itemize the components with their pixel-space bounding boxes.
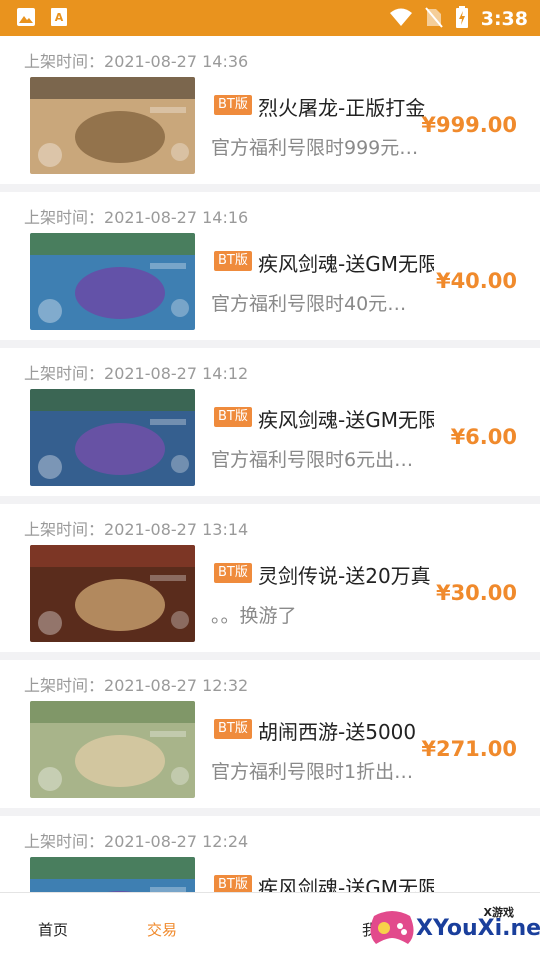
bt-badge: BT版 [214, 563, 252, 583]
listing-title[interactable]: 灵剑传说-送20万真 [258, 560, 434, 589]
listing-time: 上架时间：2021-08-27 12:32 [24, 676, 249, 695]
bt-badge: BT版 [214, 251, 252, 271]
listing-price: ¥30.00 [435, 581, 517, 605]
game-thumbnail[interactable] [30, 701, 195, 798]
svg-text:A: A [55, 11, 64, 24]
listing-description: 官方福利号限时999元出售中 [211, 137, 421, 159]
watermark-logo: X游戏 XYouXi.net [366, 896, 540, 956]
listing-price: ¥6.00 [450, 425, 517, 449]
listing-card[interactable]: 上架时间：2021-08-27 12:32 BT版 胡闹西游-送5000 官方福… [0, 660, 540, 808]
listing-card[interactable]: 上架时间：2021-08-27 12:24 BT版 疾风剑魂-送GM无限 [0, 816, 540, 892]
image-icon [16, 7, 36, 31]
listing-time: 上架时间：2021-08-27 14:12 [24, 364, 249, 383]
listing-title[interactable]: 烈火屠龙-正版打金 [258, 92, 434, 121]
listing-card[interactable]: 上架时间：2021-08-27 14:16 BT版 疾风剑魂-送GM无限 官方福… [0, 192, 540, 340]
game-thumbnail[interactable] [30, 389, 195, 486]
listing-time: 上架时间：2021-08-27 14:36 [24, 52, 249, 71]
listing-time: 上架时间：2021-08-27 14:16 [24, 208, 249, 227]
listing-card[interactable]: 上架时间：2021-08-27 14:36 BT版 烈火屠龙-正版打金 官方福利… [0, 36, 540, 184]
listing-description: 官方福利号限时6元出售中 [211, 449, 421, 471]
listing-price: ¥271.00 [421, 737, 517, 761]
listing-time: 上架时间：2021-08-27 12:24 [24, 832, 249, 851]
listing-time: 上架时间：2021-08-27 13:14 [24, 520, 249, 539]
listing-title[interactable]: 疾风剑魂-送GM无限 [258, 872, 434, 892]
status-bar: A 3:38 [0, 0, 540, 36]
listing-card[interactable]: 上架时间：2021-08-27 13:14 BT版 灵剑传说-送20万真 。。换… [0, 504, 540, 652]
listing-description: 。。换游了 [211, 605, 297, 627]
wifi-icon [389, 7, 413, 31]
game-thumbnail[interactable] [30, 77, 195, 174]
app-icon: A [50, 7, 68, 31]
bt-badge: BT版 [214, 875, 252, 892]
listing-title[interactable]: 疾风剑魂-送GM无限 [258, 404, 434, 433]
listing-title[interactable]: 胡闹西游-送5000 [258, 716, 434, 745]
listing-description: 官方福利号限时40元出售中 [211, 293, 421, 315]
tab-trade[interactable]: 交易 [147, 919, 177, 940]
listing-card[interactable]: 上架时间：2021-08-27 14:12 BT版 疾风剑魂-送GM无限 官方福… [0, 348, 540, 496]
listing-price: ¥40.00 [435, 269, 517, 293]
watermark-text: XYouXi.net [416, 916, 540, 941]
listing-price: ¥999.00 [421, 113, 517, 137]
clock: 3:38 [480, 8, 528, 30]
tab-home[interactable]: 首页 [38, 919, 68, 940]
game-thumbnail[interactable] [30, 857, 195, 892]
gamepad-logo-icon [370, 911, 414, 944]
game-thumbnail[interactable] [30, 233, 195, 330]
bt-badge: BT版 [214, 719, 252, 739]
bt-badge: BT版 [214, 95, 252, 115]
bt-badge: BT版 [214, 407, 252, 427]
game-thumbnail[interactable] [30, 545, 195, 642]
no-sim-icon [424, 6, 443, 32]
listing-title[interactable]: 疾风剑魂-送GM无限 [258, 248, 434, 277]
listing-description: 官方福利号限时1折出售中 [211, 761, 421, 783]
listing-list[interactable]: 上架时间：2021-08-27 14:36 BT版 烈火屠龙-正版打金 官方福利… [0, 36, 540, 892]
battery-charging-icon [455, 6, 469, 32]
